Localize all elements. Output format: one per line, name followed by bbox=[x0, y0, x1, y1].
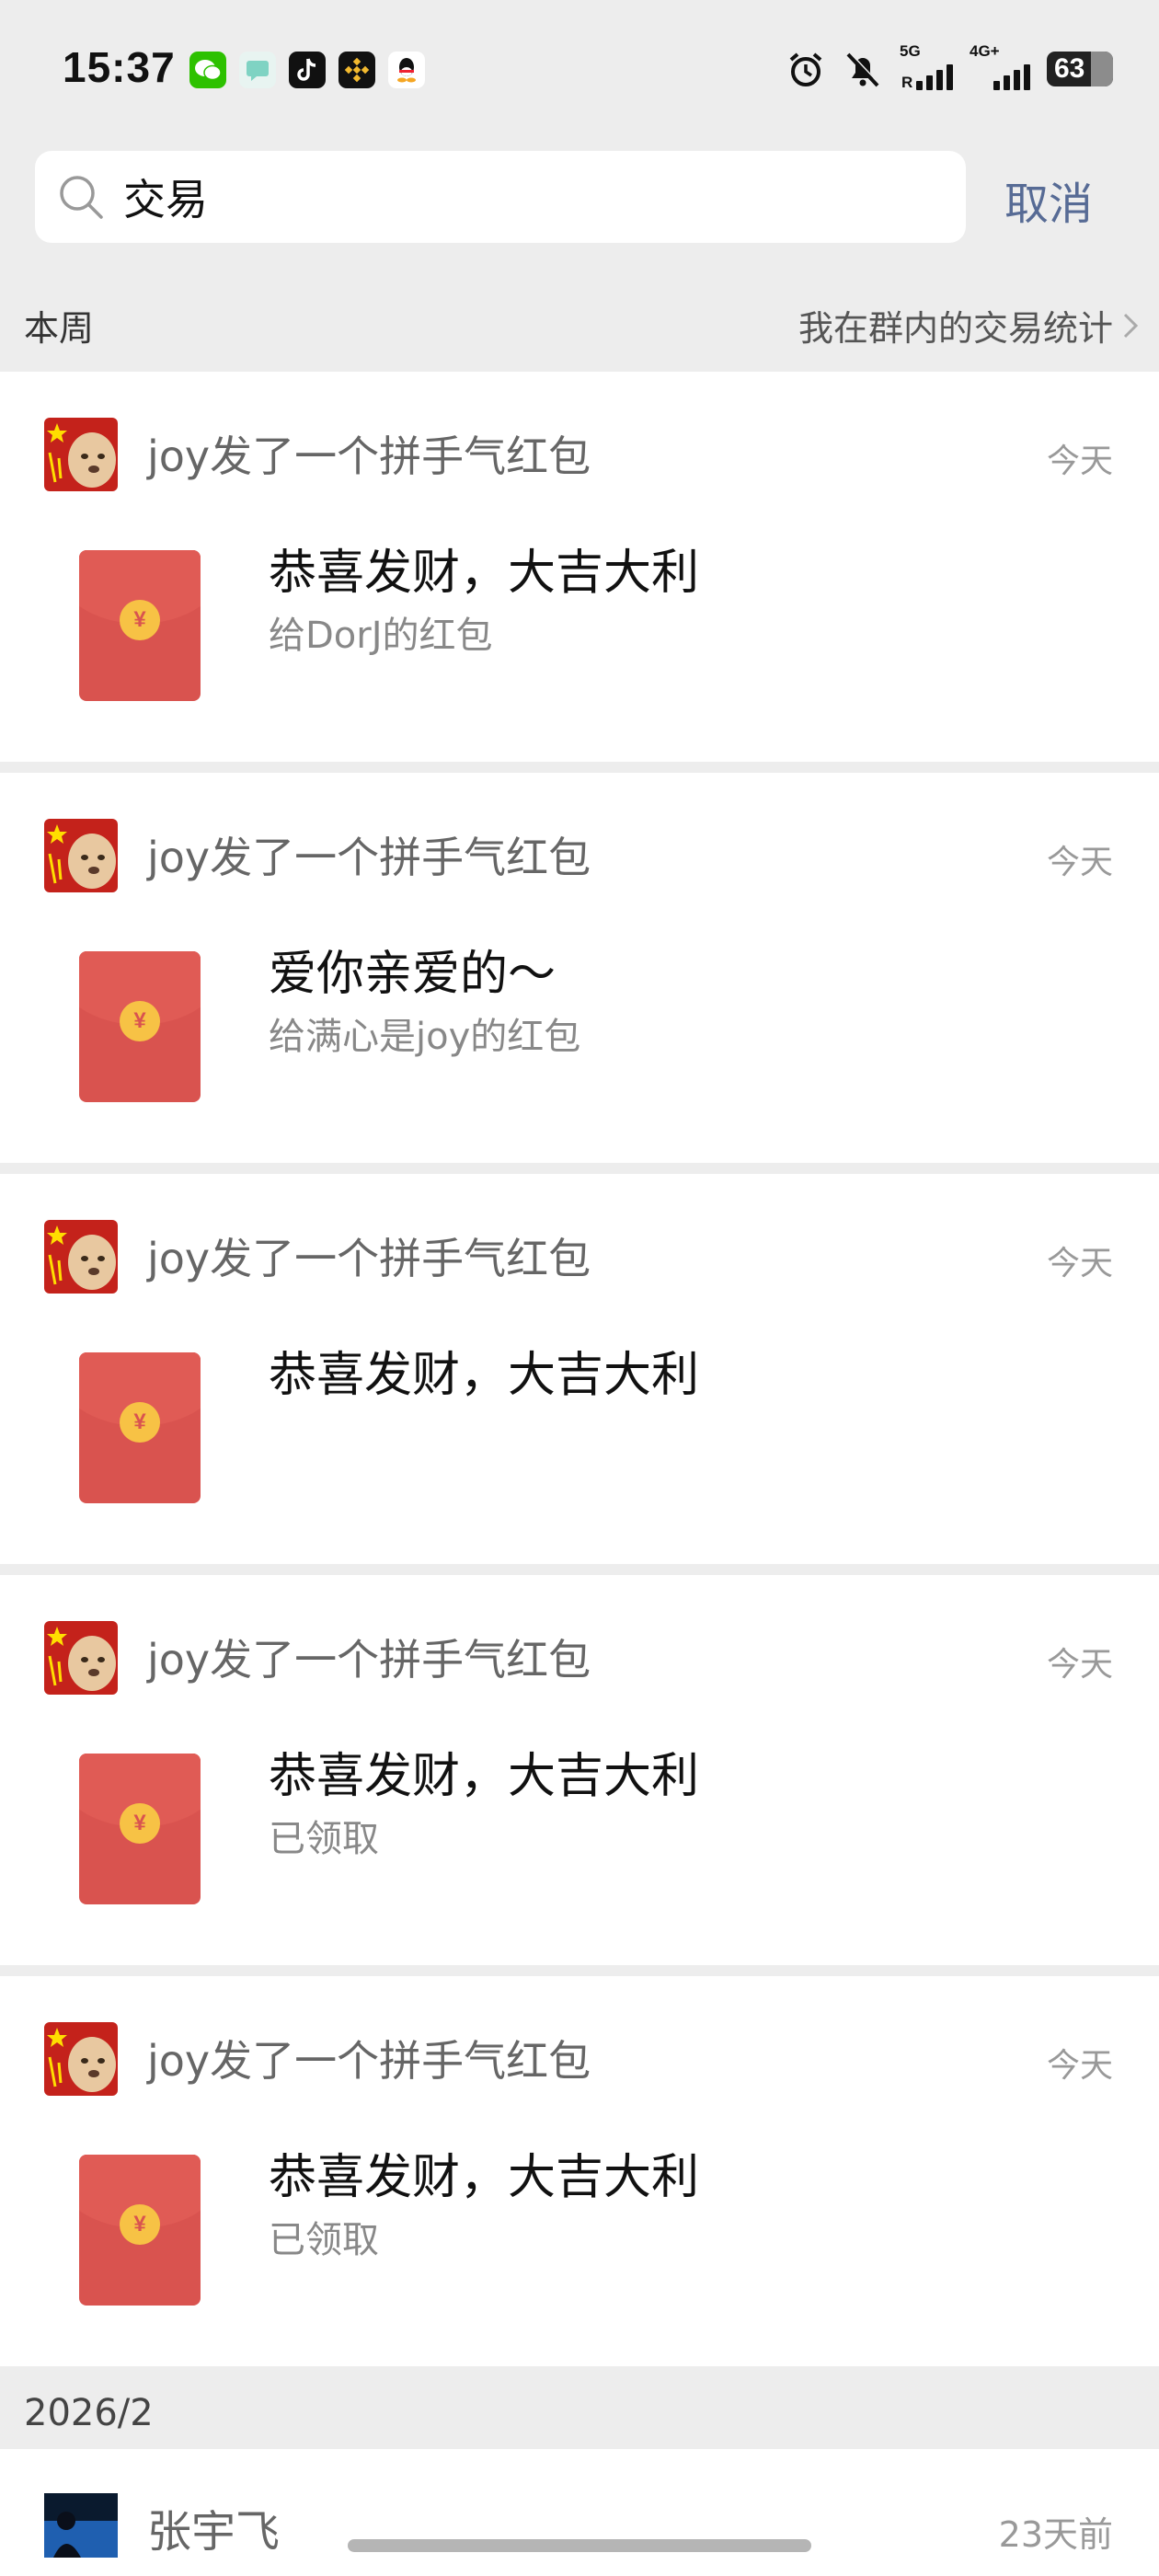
red-packet-record[interactable]: joy发了一个拼手气红包 今天 ¥ 爱你亲爱的～ 给满心是joy的红包 bbox=[0, 773, 1159, 1163]
transaction-list: joy发了一个拼手气红包 今天 ¥ 恭喜发财，大吉大利 给DorJ的红包 joy发了一个拼… bbox=[0, 372, 1159, 2576]
section-header-date: 2026/2 bbox=[0, 2377, 1159, 2449]
chevron-right-icon bbox=[1123, 313, 1139, 338]
search-bar bbox=[35, 151, 966, 243]
cancel-button[interactable]: 取消 bbox=[1004, 167, 1093, 232]
red-packet-subtitle: 给DorJ的红包 bbox=[269, 615, 493, 657]
record-title: joy发了一个拼手气红包 bbox=[147, 431, 591, 481]
coin-icon: ¥ bbox=[120, 2204, 160, 2245]
record-title: joy发了一个拼手气红包 bbox=[147, 1234, 591, 1283]
search-icon bbox=[60, 176, 103, 219]
home-indicator[interactable] bbox=[348, 2539, 811, 2552]
red-packet-record[interactable]: joy发了一个拼手气红包 今天 ¥ 恭喜发财，大吉大利给DorJ的红包 bbox=[0, 372, 1159, 762]
record-time: 今天 bbox=[1046, 844, 1113, 881]
record-title: joy发了一个拼手气红包 bbox=[147, 833, 591, 882]
notification-app-icons bbox=[189, 52, 425, 88]
red-envelope-icon: ¥ bbox=[79, 1754, 201, 1904]
red-packet-record[interactable]: joy发了一个拼手气红包 今天 ¥ 恭喜发财，大吉大利已领取 bbox=[0, 1976, 1159, 2366]
section-label-date: 2026/2 bbox=[24, 2392, 154, 2434]
coin-icon: ¥ bbox=[120, 1001, 160, 1041]
red-packet-message: 恭喜发财，大吉大利 bbox=[269, 2150, 700, 2205]
avatar bbox=[44, 2493, 118, 2558]
binance-icon bbox=[339, 52, 375, 88]
red-envelope-icon: ¥ bbox=[79, 2155, 201, 2306]
red-envelope-icon: ¥ bbox=[79, 550, 201, 701]
alarm-icon bbox=[786, 49, 826, 89]
red-envelope-icon: ¥ bbox=[79, 1352, 201, 1503]
signal-bars-icon bbox=[916, 64, 953, 90]
record-time: 今天 bbox=[1046, 2047, 1113, 2085]
battery-icon: 63 bbox=[1047, 52, 1113, 86]
coin-icon: ¥ bbox=[120, 1803, 160, 1844]
record-time: 今天 bbox=[1046, 1245, 1113, 1282]
clock: 15:37 bbox=[63, 43, 176, 91]
record-time: 23天前 bbox=[998, 2514, 1113, 2555]
message-icon bbox=[239, 52, 276, 88]
red-envelope-icon: ¥ bbox=[79, 951, 201, 1102]
red-packet-record[interactable]: joy发了一个拼手气红包 今天 ¥ 恭喜发财，大吉大利 bbox=[0, 1174, 1159, 1564]
red-packet-message: 爱你亲爱的～ bbox=[269, 947, 557, 1002]
network-4g-indicator: 4G+ bbox=[970, 42, 1030, 90]
avatar bbox=[44, 418, 118, 491]
avatar bbox=[44, 2022, 118, 2096]
network-5g-indicator: 5G R bbox=[900, 42, 953, 91]
stats-link-label: 我在群内的交易统计 bbox=[798, 308, 1113, 349]
record-title: joy发了一个拼手气红包 bbox=[147, 2036, 591, 2086]
record-title: joy发了一个拼手气红包 bbox=[147, 1635, 591, 1685]
red-packet-message: 恭喜发财，大吉大利 bbox=[269, 1749, 700, 1804]
red-packet-subtitle: 给满心是joy的红包 bbox=[269, 1016, 581, 1058]
wechat-icon bbox=[189, 52, 226, 88]
section-label-week: 本周 bbox=[24, 308, 95, 349]
search-input[interactable] bbox=[123, 160, 933, 234]
contact-name: 张宇飞 bbox=[147, 2506, 281, 2558]
qq-icon bbox=[388, 52, 425, 88]
system-indicators: 5G R 4G+ 63 bbox=[786, 42, 1113, 91]
avatar bbox=[44, 1220, 118, 1294]
record-time: 今天 bbox=[1046, 443, 1113, 480]
avatar bbox=[44, 1621, 118, 1695]
coin-icon: ¥ bbox=[120, 600, 160, 640]
transaction-record[interactable]: 张宇飞 23天前 bbox=[0, 2449, 1159, 2576]
red-packet-message: 恭喜发财，大吉大利 bbox=[269, 546, 700, 601]
red-packet-subtitle: 已领取 bbox=[269, 1818, 379, 1860]
group-transaction-stats-link[interactable]: 我在群内的交易统计 bbox=[798, 300, 1141, 351]
record-time: 今天 bbox=[1046, 1646, 1113, 1684]
tiktok-icon bbox=[289, 52, 326, 88]
status-bar: 15:37 5G R 4G+ 63 bbox=[0, 0, 1159, 138]
coin-icon: ¥ bbox=[120, 1402, 160, 1443]
avatar bbox=[44, 819, 118, 892]
red-packet-record[interactable]: joy发了一个拼手气红包 今天 ¥ 恭喜发财，大吉大利已领取 bbox=[0, 1575, 1159, 1965]
red-packet-subtitle: 已领取 bbox=[269, 2219, 379, 2261]
red-packet-message: 恭喜发财，大吉大利 bbox=[269, 1348, 700, 1403]
mute-icon bbox=[843, 49, 883, 89]
signal-bars-icon bbox=[993, 64, 1030, 90]
